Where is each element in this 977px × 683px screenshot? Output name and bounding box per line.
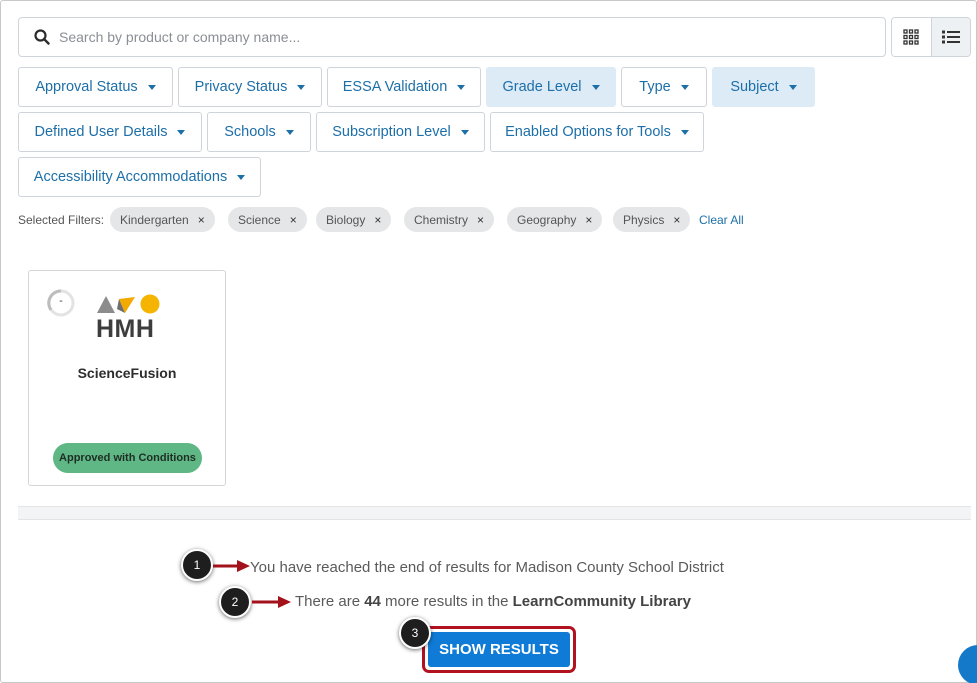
show-results-highlight: SHOW RESULTS <box>422 626 576 673</box>
list-view-button[interactable] <box>930 18 970 56</box>
filter-chip-science: Science × <box>228 207 307 232</box>
product-card[interactable]: - HMH ScienceFusion Approved with Condit… <box>28 270 226 486</box>
filter-chip-biology: Biology × <box>316 207 392 232</box>
hmh-logo: HMH <box>95 293 161 346</box>
caret-down-icon <box>457 84 466 90</box>
caret-down-icon <box>237 174 246 180</box>
caret-down-icon <box>297 84 306 90</box>
arrow-right-icon <box>252 596 291 608</box>
caret-down-icon <box>680 84 689 90</box>
callout-1: 1 <box>181 549 213 581</box>
end-of-results-message: You have reached the end of results for … <box>250 559 724 576</box>
filter-chip-geography: Geography × <box>507 207 603 232</box>
filter-essa-validation[interactable]: ESSA Validation <box>327 67 481 107</box>
remove-chip-icon[interactable]: × <box>198 213 205 227</box>
section-divider <box>18 506 971 520</box>
logo-text: HMH <box>96 315 155 343</box>
filter-chip-physics: Physics × <box>613 207 691 232</box>
caret-down-icon <box>460 129 469 135</box>
search-input[interactable] <box>59 29 839 45</box>
filter-chip-chemistry: Chemistry × <box>404 207 495 232</box>
filter-grade-level[interactable]: Grade Level <box>486 67 616 107</box>
remove-chip-icon[interactable]: × <box>477 213 484 227</box>
filter-chip-kindergarten: Kindergarten × <box>110 207 215 232</box>
list-icon <box>941 30 960 44</box>
caret-down-icon <box>788 84 797 90</box>
search-bar[interactable] <box>18 17 886 57</box>
filter-approval-status[interactable]: Approval Status <box>18 67 173 107</box>
filter-subject[interactable]: Subject <box>712 67 815 107</box>
view-toggle <box>891 17 971 57</box>
filter-enabled-options-for-tools[interactable]: Enabled Options for Tools <box>490 112 704 152</box>
caret-down-icon <box>680 129 689 135</box>
arrow-right-icon <box>213 560 250 572</box>
caret-down-icon <box>147 84 156 90</box>
score-ring: - <box>46 288 76 318</box>
remove-chip-icon[interactable]: × <box>673 213 680 227</box>
grid-icon <box>903 29 920 45</box>
search-icon <box>34 29 50 45</box>
filter-subscription-level[interactable]: Subscription Level <box>316 112 485 152</box>
caret-down-icon <box>285 129 294 135</box>
more-results-count: 44 <box>364 593 381 610</box>
remove-chip-icon[interactable]: × <box>374 213 381 227</box>
callout-2: 2 <box>219 586 251 618</box>
grid-view-button[interactable] <box>892 18 931 56</box>
selected-filters-label: Selected Filters: <box>18 213 105 227</box>
callout-3: 3 <box>399 617 431 649</box>
caret-down-icon <box>177 129 186 135</box>
filter-privacy-status[interactable]: Privacy Status <box>178 67 322 107</box>
library-name: LearnCommunity Library <box>512 593 691 610</box>
caret-down-icon <box>591 84 600 90</box>
filter-accessibility-accommodations[interactable]: Accessibility Accommodations <box>18 157 261 197</box>
remove-chip-icon[interactable]: × <box>585 213 592 227</box>
status-badge: Approved with Conditions <box>53 443 202 473</box>
product-name: ScienceFusion <box>77 365 177 381</box>
more-results-message: There are 44 more results in the LearnCo… <box>295 593 691 610</box>
filter-type[interactable]: Type <box>621 67 707 107</box>
remove-chip-icon[interactable]: × <box>290 213 297 227</box>
filter-defined-user-details[interactable]: Defined User Details <box>18 112 202 152</box>
show-results-button[interactable]: SHOW RESULTS <box>428 632 570 667</box>
score-value: - <box>59 295 63 307</box>
filter-schools[interactable]: Schools <box>207 112 311 152</box>
clear-all-link[interactable]: Clear All <box>699 213 744 227</box>
